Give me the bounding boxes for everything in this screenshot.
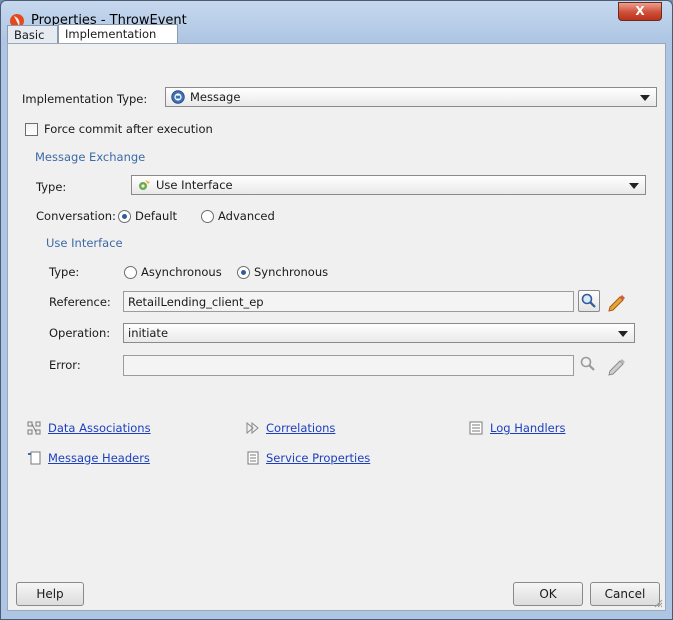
ok-button[interactable]: OK bbox=[513, 582, 583, 606]
message-type-label: Type: bbox=[36, 180, 67, 194]
edit-pencil-icon bbox=[608, 295, 625, 312]
error-field[interactable] bbox=[123, 355, 574, 376]
search-icon bbox=[580, 356, 595, 371]
conversation-label: Conversation: bbox=[36, 209, 116, 223]
asynchronous-label: Asynchronous bbox=[141, 265, 222, 279]
message-exchange-heading: Message Exchange bbox=[35, 150, 146, 164]
chevron-down-icon bbox=[640, 95, 650, 101]
conversation-advanced-label: Advanced bbox=[218, 209, 275, 223]
implementation-type-value: Message bbox=[190, 90, 241, 104]
cancel-button[interactable]: Cancel bbox=[590, 582, 660, 606]
message-headers-link[interactable]: Message Headers bbox=[48, 451, 150, 465]
message-type-value: Use Interface bbox=[156, 178, 233, 192]
interface-type-label: Type: bbox=[49, 265, 80, 279]
reference-search-button[interactable] bbox=[578, 290, 600, 312]
help-button[interactable]: Help bbox=[16, 582, 84, 606]
service-properties-link[interactable]: Service Properties bbox=[266, 451, 370, 465]
log-handlers-icon bbox=[469, 421, 483, 435]
close-button[interactable]: X bbox=[618, 2, 662, 21]
use-interface-heading: Use Interface bbox=[46, 236, 123, 250]
operation-value: initiate bbox=[128, 326, 169, 340]
chevron-down-icon bbox=[629, 183, 639, 189]
use-interface-icon bbox=[139, 180, 150, 190]
conversation-advanced-radio[interactable] bbox=[201, 210, 214, 223]
correlations-link[interactable]: Correlations bbox=[266, 421, 335, 435]
operation-label: Operation: bbox=[49, 326, 111, 340]
resize-grip-icon[interactable] bbox=[653, 598, 663, 608]
tab-implementation[interactable]: Implementation bbox=[58, 24, 178, 44]
message-headers-icon bbox=[28, 451, 41, 465]
log-handlers-link[interactable]: Log Handlers bbox=[490, 421, 565, 435]
synchronous-label: Synchronous bbox=[254, 265, 329, 279]
operation-select[interactable]: initiate bbox=[123, 323, 635, 343]
error-edit-button[interactable] bbox=[606, 354, 628, 376]
data-associations-icon bbox=[27, 421, 41, 435]
error-search-button[interactable] bbox=[578, 354, 600, 376]
correlations-icon bbox=[246, 421, 259, 435]
tab-basic[interactable]: Basic bbox=[7, 25, 58, 43]
search-icon bbox=[581, 293, 596, 308]
properties-dialog: Properties - ThrowEvent X Basic Implemen… bbox=[0, 0, 673, 620]
close-icon: X bbox=[635, 4, 645, 18]
conversation-default-label: Default bbox=[135, 209, 178, 223]
force-commit-checkbox[interactable] bbox=[25, 123, 38, 136]
reference-value: RetailLending_client_ep bbox=[128, 295, 264, 309]
implementation-type-label: Implementation Type: bbox=[22, 92, 148, 106]
implementation-type-select[interactable]: Message bbox=[165, 87, 657, 107]
force-commit-label: Force commit after execution bbox=[44, 122, 213, 136]
reference-edit-button[interactable] bbox=[606, 290, 628, 312]
synchronous-radio[interactable] bbox=[237, 266, 250, 279]
asynchronous-radio[interactable] bbox=[124, 266, 137, 279]
service-properties-icon bbox=[247, 451, 259, 465]
message-type-select[interactable]: Use Interface bbox=[131, 175, 646, 195]
reference-field[interactable]: RetailLending_client_ep bbox=[123, 291, 574, 312]
edit-pencil-icon bbox=[608, 359, 625, 376]
data-associations-link[interactable]: Data Associations bbox=[48, 421, 151, 435]
message-icon bbox=[171, 90, 185, 104]
implementation-panel: Implementation Type: Message Force commi… bbox=[7, 43, 666, 611]
reference-label: Reference: bbox=[49, 295, 111, 309]
chevron-down-icon bbox=[618, 331, 628, 337]
conversation-default-radio[interactable] bbox=[118, 210, 131, 223]
error-label: Error: bbox=[49, 358, 81, 372]
